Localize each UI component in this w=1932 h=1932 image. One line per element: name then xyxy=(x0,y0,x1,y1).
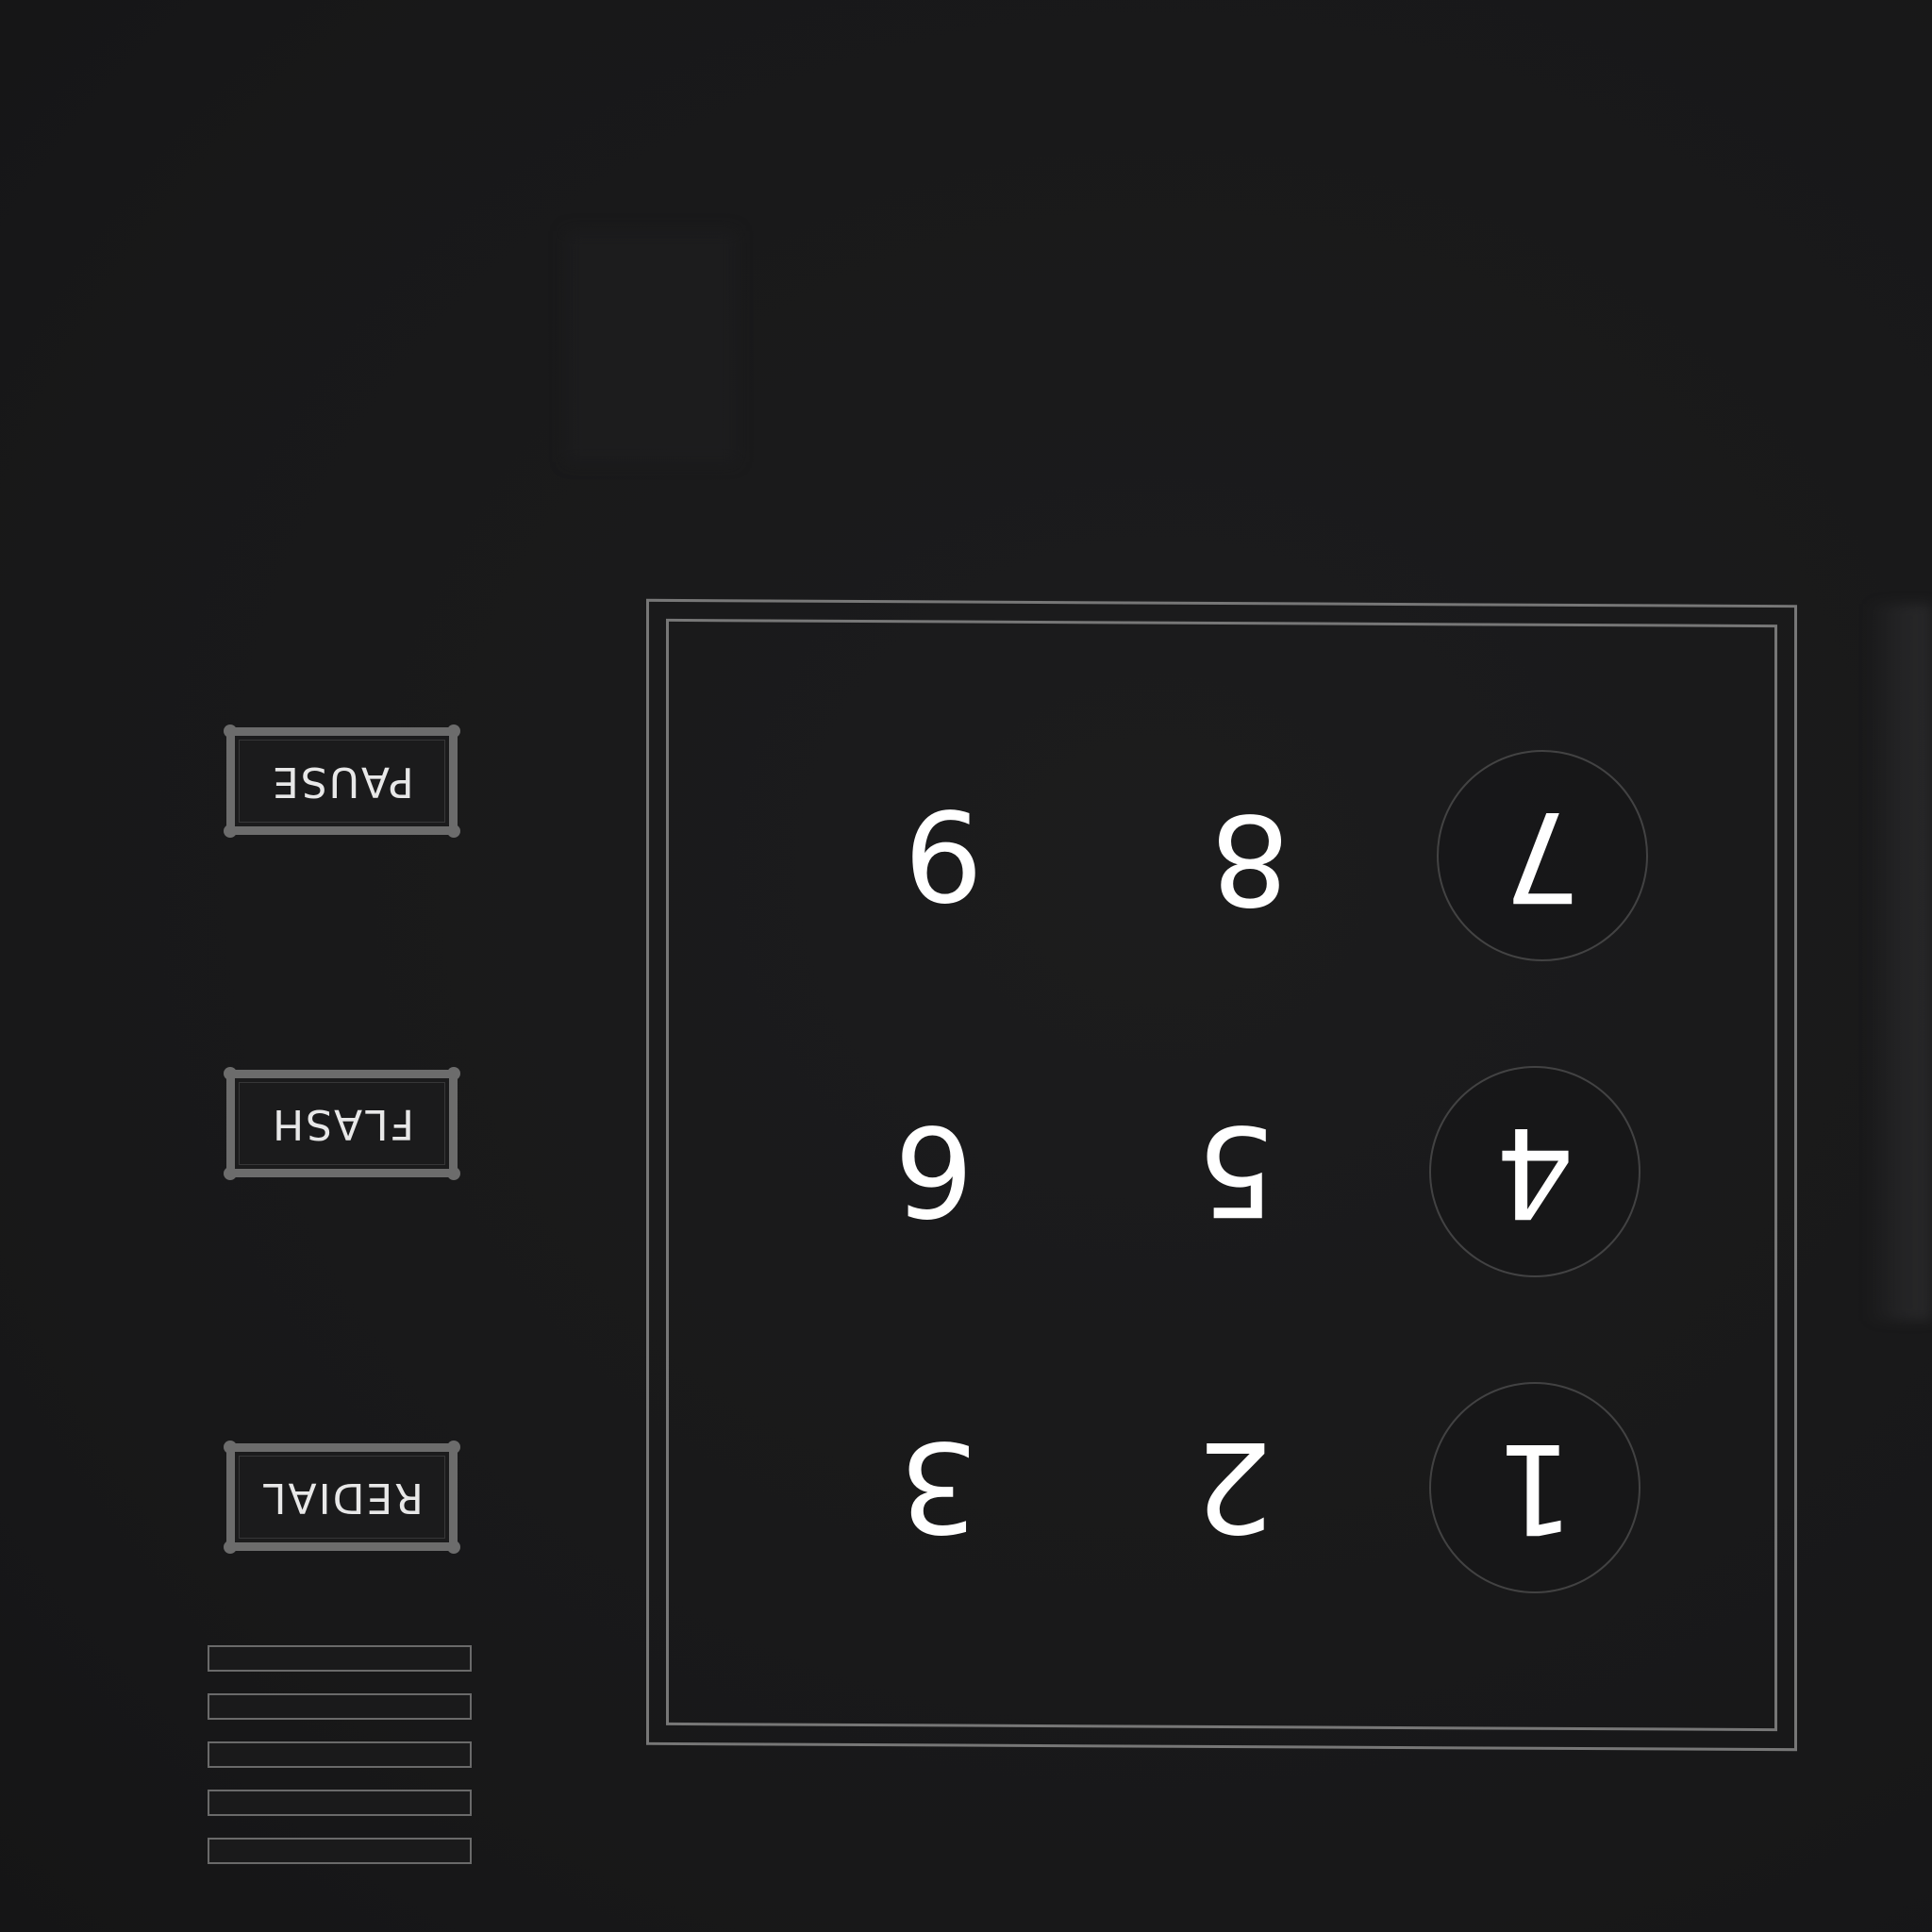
phone-panel-photo: PAUSE FLASH REDIAL 9 8 7 6 5 4 3 2 1 xyxy=(0,0,1932,1932)
key-digit: 7 xyxy=(1503,783,1582,928)
corner-dot xyxy=(224,1541,237,1554)
corner-dot xyxy=(447,724,460,738)
key-digit: 6 xyxy=(894,1097,974,1242)
key-digit: 3 xyxy=(899,1413,978,1558)
background-shadow xyxy=(566,231,736,462)
key-8[interactable]: 8 xyxy=(1146,755,1354,962)
corner-dot xyxy=(224,1067,237,1080)
corner-dot xyxy=(447,1067,460,1080)
key-5[interactable]: 5 xyxy=(1132,1066,1340,1274)
edge-texture xyxy=(1866,604,1932,1321)
corner-dot xyxy=(447,1541,460,1554)
key-6[interactable]: 6 xyxy=(830,1066,1038,1274)
key-1[interactable]: 1 xyxy=(1429,1382,1641,1593)
grille-slot xyxy=(208,1645,472,1672)
corner-dot xyxy=(447,1167,460,1180)
key-3[interactable]: 3 xyxy=(835,1382,1042,1590)
grille-slot xyxy=(208,1838,472,1864)
key-digit: 8 xyxy=(1210,786,1290,931)
key-digit: 5 xyxy=(1196,1097,1275,1242)
key-digit: 4 xyxy=(1495,1099,1574,1244)
flash-label: FLASH xyxy=(270,1100,414,1148)
key-digit: 1 xyxy=(1495,1415,1574,1560)
key-2[interactable]: 2 xyxy=(1130,1382,1338,1590)
grille-slot xyxy=(208,1741,472,1768)
grille-slot xyxy=(208,1693,472,1720)
key-9[interactable]: 9 xyxy=(840,750,1047,958)
corner-dot xyxy=(447,1441,460,1454)
redial-button[interactable]: REDIAL xyxy=(224,1441,460,1554)
corner-dot xyxy=(224,824,237,838)
speaker-grille xyxy=(208,1645,472,1886)
key-digit: 2 xyxy=(1194,1413,1274,1558)
key-7[interactable]: 7 xyxy=(1437,750,1648,961)
pause-button[interactable]: PAUSE xyxy=(224,724,460,838)
key-4[interactable]: 4 xyxy=(1429,1066,1641,1277)
grille-slot xyxy=(208,1790,472,1816)
flash-button[interactable]: FLASH xyxy=(224,1067,460,1180)
corner-dot xyxy=(447,824,460,838)
pause-label: PAUSE xyxy=(270,758,414,806)
redial-label: REDIAL xyxy=(260,1474,424,1522)
corner-dot xyxy=(224,1167,237,1180)
corner-dot xyxy=(224,724,237,738)
corner-dot xyxy=(224,1441,237,1454)
key-digit: 9 xyxy=(904,781,983,926)
